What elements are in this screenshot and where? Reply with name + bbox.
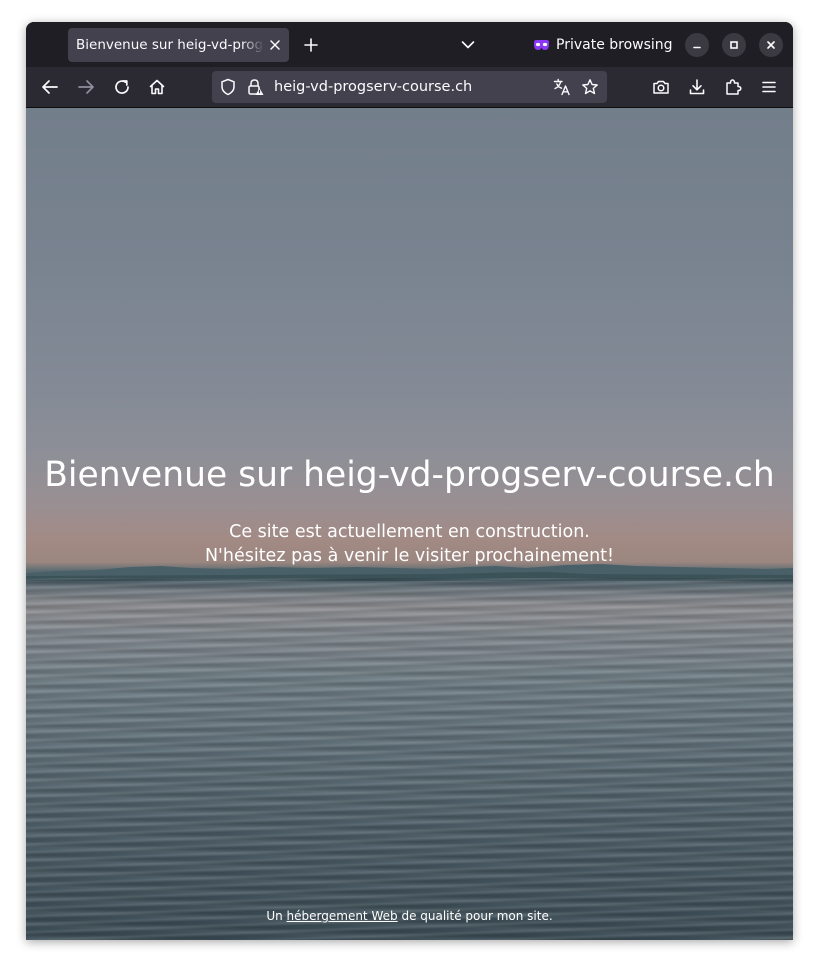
construction-line-1: Ce site est actuellement en construction… [229, 522, 590, 542]
private-mask-icon [534, 40, 549, 50]
forward-button[interactable] [74, 75, 98, 99]
hamburger-icon [762, 81, 776, 93]
page-headline: Bienvenue sur heig-vd-progserv-course.ch [44, 455, 775, 495]
app-menu-button[interactable] [757, 75, 781, 99]
home-icon [149, 79, 165, 95]
tab-strip: Bienvenue sur heig-vd-progserv-course.ch… [26, 22, 793, 67]
downloads-button[interactable] [685, 75, 709, 99]
minimize-icon [693, 46, 701, 49]
lock-warning-icon[interactable] [245, 77, 265, 97]
address-bar[interactable]: heig-vd-progserv-course.ch [212, 71, 607, 103]
private-browsing-label: Private browsing [556, 37, 673, 53]
plus-icon [304, 38, 318, 52]
extensions-button[interactable] [721, 75, 745, 99]
tab-title: Bienvenue sur heig-vd-progserv-course.ch [76, 37, 264, 53]
list-all-tabs-button[interactable] [456, 33, 480, 57]
arrow-left-icon [42, 80, 58, 94]
close-window-button[interactable] [759, 33, 783, 57]
water-texture [26, 578, 793, 940]
tab-close-icon[interactable] [266, 36, 284, 54]
page-content: Bienvenue sur heig-vd-progserv-course.ch… [26, 108, 793, 940]
url-text[interactable]: heig-vd-progserv-course.ch [274, 71, 472, 103]
footer-note: Un hébergement Web de qualité pour mon s… [26, 908, 793, 924]
reload-icon [115, 80, 129, 94]
footer-prefix: Un [266, 909, 283, 923]
web-hosting-link[interactable]: hébergement Web [287, 909, 398, 923]
arrow-right-icon [78, 80, 94, 94]
reload-button[interactable] [110, 75, 134, 99]
star-icon[interactable] [580, 77, 600, 97]
maximize-button[interactable] [722, 33, 746, 57]
maximize-icon [730, 41, 738, 49]
shield-icon[interactable] [218, 77, 238, 97]
download-icon [689, 79, 705, 95]
chevron-down-icon [461, 41, 475, 49]
screenshot-button[interactable] [649, 75, 673, 99]
nav-toolbar: heig-vd-progserv-course.ch [26, 67, 793, 108]
close-icon [767, 41, 775, 49]
tab-active[interactable]: Bienvenue sur heig-vd-progserv-course.ch [68, 28, 289, 62]
back-button[interactable] [38, 75, 62, 99]
home-button[interactable] [145, 75, 169, 99]
browser-window: Bienvenue sur heig-vd-progserv-course.ch… [26, 22, 793, 940]
translate-icon[interactable] [552, 77, 572, 97]
new-tab-button[interactable] [299, 33, 323, 57]
construction-line-2: N'hésitez pas à venir le visiter prochai… [204, 546, 615, 566]
private-browsing-indicator: Private browsing [533, 34, 673, 56]
puzzle-icon [726, 79, 742, 95]
minimize-button[interactable] [685, 33, 709, 57]
camera-icon [653, 80, 669, 94]
footer-suffix: de qualité pour mon site. [401, 909, 553, 923]
